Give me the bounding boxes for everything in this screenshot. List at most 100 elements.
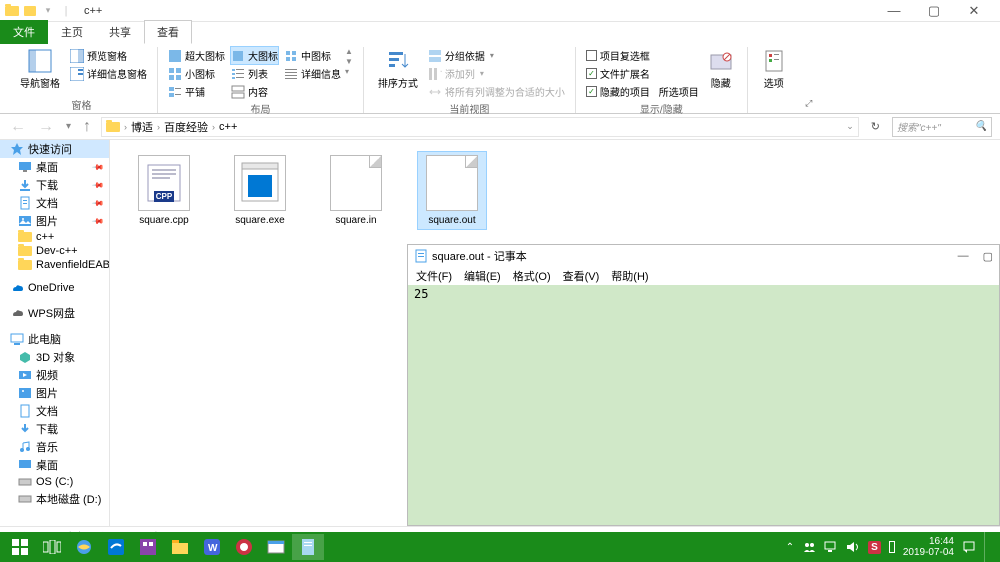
notepad-menu-view[interactable]: 查看(V) bbox=[563, 268, 600, 284]
sidebar-item-desktop[interactable]: 桌面📌 bbox=[0, 158, 109, 176]
layout-scroll-more[interactable]: ▾ bbox=[345, 67, 353, 76]
notepad-titlebar[interactable]: square.out - 记事本 — ▢ bbox=[408, 245, 999, 267]
nav-recent-button[interactable]: ▾ bbox=[64, 121, 73, 132]
notepad-menu-format[interactable]: 格式(O) bbox=[513, 268, 551, 284]
layout-scroll-up[interactable]: ▲ bbox=[345, 47, 353, 56]
sidebar-pc-music[interactable]: 音乐 bbox=[0, 438, 109, 456]
sidebar-pc-3d[interactable]: 3D 对象 bbox=[0, 348, 109, 366]
show-desktop-button[interactable] bbox=[984, 532, 990, 562]
tray-network-icon[interactable] bbox=[824, 541, 838, 553]
taskbar-edge[interactable] bbox=[100, 534, 132, 560]
tray-people-icon[interactable] bbox=[802, 540, 816, 554]
taskbar-ie[interactable] bbox=[68, 534, 100, 560]
nav-forward-button[interactable]: → bbox=[36, 118, 56, 136]
nav-up-button[interactable]: ↑ bbox=[81, 118, 93, 136]
sidebar-thispc[interactable]: 此电脑 bbox=[0, 330, 109, 348]
tray-ime-icon[interactable]: S bbox=[868, 541, 881, 554]
sidebar-pc-desktop[interactable]: 桌面 bbox=[0, 456, 109, 474]
preview-pane-button[interactable]: 预览窗格 bbox=[70, 47, 147, 64]
layout-medium[interactable]: 中图标 bbox=[284, 47, 341, 64]
sidebar-pc-diskd[interactable]: 本地磁盘 (D:) bbox=[0, 490, 109, 508]
layout-details[interactable]: 详细信息 bbox=[284, 65, 341, 82]
nav-pane-button[interactable]: 导航窗格 bbox=[16, 47, 64, 92]
tray-up-icon[interactable]: ⌃ bbox=[786, 542, 794, 553]
sidebar-item-cpp[interactable]: c++ bbox=[0, 230, 109, 244]
hide-button[interactable]: 隐藏 bbox=[705, 47, 737, 92]
search-icon: 🔍 bbox=[975, 121, 987, 132]
breadcrumb-segment[interactable]: 百度经验 bbox=[164, 119, 208, 135]
refresh-button[interactable]: ↻ bbox=[867, 120, 884, 133]
file-item[interactable]: square.out bbox=[418, 152, 486, 229]
addcolumns-button: +添加列▾ bbox=[428, 65, 565, 82]
details-pane-button[interactable]: 详细信息窗格 bbox=[70, 65, 147, 82]
hiddenitems-toggle[interactable]: 隐藏的项目 所选项目 bbox=[586, 83, 699, 100]
breadcrumb-dropdown[interactable]: ⌄ bbox=[846, 121, 854, 132]
taskbar-app3[interactable] bbox=[228, 534, 260, 560]
file-item[interactable]: CPP square.cpp bbox=[130, 152, 198, 229]
sidebar-quickaccess[interactable]: 快速访问 bbox=[0, 140, 109, 158]
notepad-text-area[interactable]: 25 bbox=[408, 285, 999, 525]
layout-small[interactable]: 小图标 bbox=[168, 65, 225, 82]
ribbon-collapse-button[interactable]: ⤢ bbox=[800, 47, 818, 113]
sidebar-pc-pictures[interactable]: 图片 bbox=[0, 384, 109, 402]
taskbar-app1[interactable] bbox=[132, 534, 164, 560]
folder-icon bbox=[4, 3, 20, 19]
layout-extralarge[interactable]: 超大图标 bbox=[168, 47, 225, 64]
sidebar-pc-documents[interactable]: 文档 bbox=[0, 402, 109, 420]
taskbar-date[interactable]: 2019-07-04 bbox=[903, 547, 954, 558]
layout-tiles[interactable]: 平铺 bbox=[168, 83, 225, 100]
sortby-button[interactable]: 排序方式 bbox=[374, 47, 422, 92]
notepad-maximize-button[interactable]: ▢ bbox=[983, 250, 993, 263]
notification-button[interactable] bbox=[962, 540, 976, 554]
notepad-menu-edit[interactable]: 编辑(E) bbox=[464, 268, 501, 284]
breadcrumb-segment[interactable]: c++ bbox=[219, 121, 237, 133]
file-view[interactable]: CPP square.cpp square.exe square.in squa… bbox=[110, 140, 1000, 526]
sidebar-item-devcpp[interactable]: Dev-c++ bbox=[0, 244, 109, 258]
notepad-menu-file[interactable]: 文件(F) bbox=[416, 268, 452, 284]
minimize-button[interactable]: — bbox=[880, 2, 908, 20]
sidebar-item-downloads[interactable]: 下载📌 bbox=[0, 176, 109, 194]
sidebar-pc-downloads[interactable]: 下载 bbox=[0, 420, 109, 438]
taskview-button[interactable] bbox=[36, 534, 68, 560]
nav-back-button[interactable]: ← bbox=[8, 118, 28, 136]
notepad-minimize-button[interactable]: — bbox=[958, 250, 969, 263]
sidebar-item-pictures[interactable]: 图片📌 bbox=[0, 212, 109, 230]
maximize-button[interactable]: ▢ bbox=[920, 2, 948, 20]
taskbar-app2[interactable]: W bbox=[196, 534, 228, 560]
notepad-menu-help[interactable]: 帮助(H) bbox=[611, 268, 648, 284]
tab-home[interactable]: 主页 bbox=[48, 20, 96, 44]
filenameext-toggle[interactable]: 文件扩展名 bbox=[586, 65, 699, 82]
tab-view[interactable]: 查看 bbox=[144, 20, 192, 44]
tab-share[interactable]: 共享 bbox=[96, 20, 144, 44]
breadcrumb[interactable]: › 博适 › 百度经验 › c++ ⌄ bbox=[101, 117, 859, 137]
start-button[interactable] bbox=[4, 534, 36, 560]
layout-scroll-down[interactable]: ▼ bbox=[345, 57, 353, 66]
taskbar-app4[interactable] bbox=[260, 534, 292, 560]
itemcheckboxes-toggle[interactable]: 项目复选框 bbox=[586, 47, 699, 64]
sidebar-item-ravenfield[interactable]: RavenfieldEABu bbox=[0, 258, 109, 272]
exe-file-icon bbox=[234, 155, 286, 211]
taskbar-explorer[interactable] bbox=[164, 534, 196, 560]
sidebar-item-documents[interactable]: 文档📌 bbox=[0, 194, 109, 212]
tray-volume-icon[interactable] bbox=[846, 541, 860, 553]
sidebar-onedrive[interactable]: OneDrive bbox=[0, 280, 109, 296]
file-item[interactable]: square.in bbox=[322, 152, 390, 229]
window-title: c++ bbox=[84, 5, 102, 17]
groupby-button[interactable]: 分组依据▾ bbox=[428, 47, 565, 64]
search-input[interactable]: 搜索"c++" 🔍 bbox=[892, 117, 992, 137]
file-item[interactable]: square.exe bbox=[226, 152, 294, 229]
tab-file[interactable]: 文件 bbox=[0, 20, 48, 44]
layout-list[interactable]: 列表 bbox=[231, 65, 278, 82]
layout-large[interactable]: 大图标 bbox=[231, 47, 278, 64]
sidebar-wpsdisk[interactable]: WPS网盘 bbox=[0, 304, 109, 322]
breadcrumb-segment[interactable]: 博适 bbox=[131, 119, 153, 135]
tray-lang-icon[interactable]: ㄰ bbox=[889, 541, 895, 553]
options-button[interactable]: 选项 bbox=[758, 47, 790, 92]
sidebar-pc-diskc[interactable]: OS (C:) bbox=[0, 474, 109, 490]
taskbar-notepad-active[interactable] bbox=[292, 534, 324, 560]
layout-content[interactable]: 内容 bbox=[231, 83, 278, 100]
close-button[interactable]: ✕ bbox=[960, 2, 988, 20]
sidebar-pc-video[interactable]: 视频 bbox=[0, 366, 109, 384]
titlebar: ▾ | c++ — ▢ ✕ bbox=[0, 0, 1000, 22]
taskbar-time[interactable]: 16:44 bbox=[929, 536, 954, 547]
